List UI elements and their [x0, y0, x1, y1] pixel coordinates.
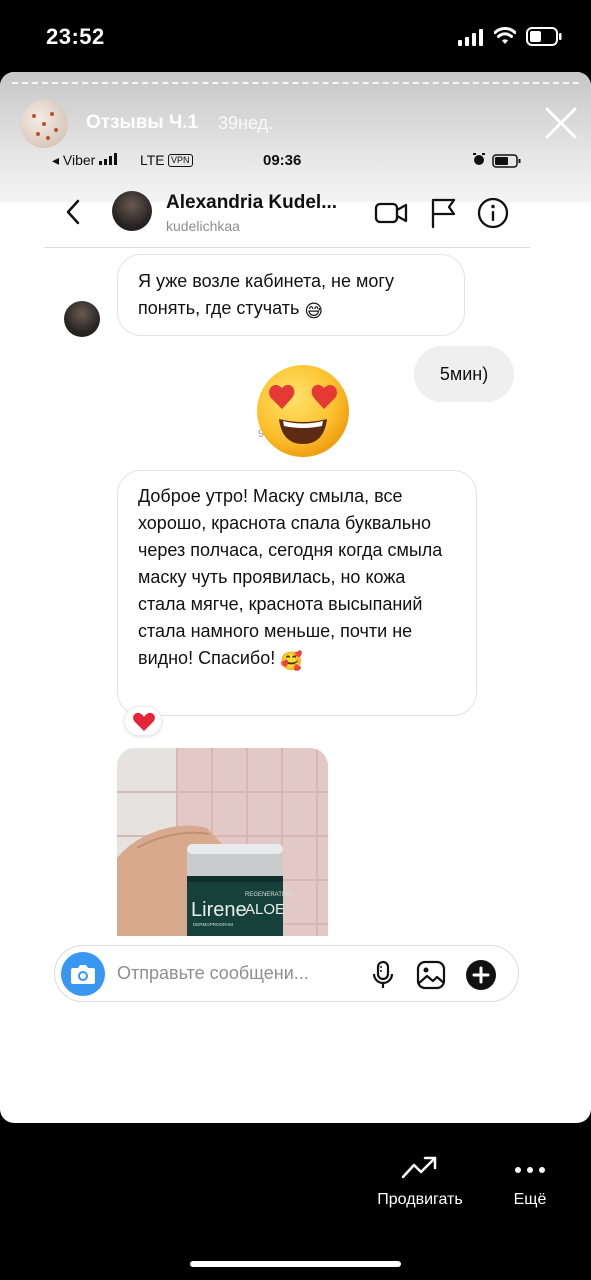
incoming-message[interactable]: Я уже возле кабинета, не могу понять, гд… — [117, 254, 465, 336]
photo-message[interactable]: Lirene REGENERATING ALOE DERMOPROGRAM — [117, 748, 328, 936]
back-chevron-icon[interactable] — [64, 198, 82, 226]
inner-vpn-badge: VPN — [168, 154, 193, 167]
wifi-icon — [494, 27, 516, 44]
message-composer[interactable]: Отправьте сообщени... — [54, 945, 519, 1002]
home-indicator[interactable] — [190, 1261, 401, 1267]
heart-reaction[interactable] — [124, 706, 162, 736]
battery-icon — [526, 27, 562, 46]
inner-signal-icon — [99, 153, 118, 165]
story-title[interactable]: Отзывы Ч.1 — [86, 112, 198, 134]
alarm-icon — [473, 153, 485, 165]
more-button[interactable]: Ещё — [504, 1153, 556, 1209]
promote-label: Продвигать — [377, 1191, 463, 1208]
contact-avatar[interactable] — [112, 191, 152, 231]
story-progress-bar — [12, 82, 579, 84]
camera-button[interactable] — [61, 952, 105, 996]
promote-button[interactable]: Продвигать — [370, 1153, 470, 1209]
camera-icon — [71, 965, 95, 984]
grinning-sweat-emoji: 😅 — [304, 301, 324, 321]
video-call-icon[interactable] — [374, 196, 408, 230]
jar-tagline: DERMOPROGRAM — [193, 922, 233, 927]
story-bottom-bar: Продвигать Ещё — [0, 1123, 591, 1280]
story-avatar[interactable] — [20, 100, 68, 148]
inner-carrier: ◂ Viber — [52, 152, 121, 169]
incoming-message-review[interactable]: Доброе утро! Маску смыла, все хорошо, кр… — [117, 470, 477, 716]
contact-name[interactable]: Alexandria Kudel... — [166, 192, 337, 214]
message-text: Доброе утро! Маску смыла, все хорошо, кр… — [138, 486, 443, 668]
heart-eyes-emoji[interactable] — [254, 362, 352, 460]
inner-battery-icon — [492, 154, 521, 168]
inner-status-bar: ◂ Viber LTE VPN 09:36 — [52, 152, 522, 172]
plus-icon[interactable] — [465, 959, 497, 991]
microphone-icon[interactable] — [367, 959, 399, 991]
more-dots-icon — [515, 1167, 545, 1173]
smiling-hearts-emoji: 🥰 — [280, 651, 303, 671]
chat-header: Alexandria Kudel... kudelichkaa — [44, 180, 530, 248]
status-bar: 23:52 — [0, 0, 591, 72]
more-label: Ещё — [513, 1191, 547, 1208]
cream-jar-photo: Lirene REGENERATING ALOE DERMOPROGRAM — [117, 748, 328, 936]
sender-avatar[interactable] — [64, 301, 100, 337]
status-time: 23:52 — [46, 24, 105, 49]
cellular-signal-icon — [458, 29, 483, 46]
message-input[interactable]: Отправьте сообщени... — [117, 963, 309, 984]
inner-network: LTE — [140, 152, 165, 168]
jar-subtitle: REGENERATING — [245, 892, 293, 898]
jar-product-text: ALOE — [245, 901, 285, 918]
trending-up-icon — [401, 1156, 437, 1179]
info-icon[interactable] — [476, 196, 510, 230]
story-time-ago: 39нед. — [218, 113, 274, 133]
jar-brand-text: Lirene — [191, 899, 247, 921]
story-card[interactable]: Отзывы Ч.1 39нед. ◂ Viber LTE VPN 09:36 — [0, 72, 591, 1123]
message-text: Я уже возле кабинета, не могу понять, гд… — [138, 271, 394, 318]
outgoing-message[interactable]: 5мин) — [414, 346, 514, 402]
heart-icon — [133, 712, 155, 731]
gallery-icon[interactable] — [415, 959, 447, 991]
inner-clock: 09:36 — [263, 152, 302, 169]
contact-username: kudelichkaa — [166, 218, 240, 234]
close-icon[interactable] — [544, 106, 578, 140]
inner-carrier-label: ◂ Viber — [52, 152, 96, 168]
flag-icon[interactable] — [426, 196, 460, 230]
